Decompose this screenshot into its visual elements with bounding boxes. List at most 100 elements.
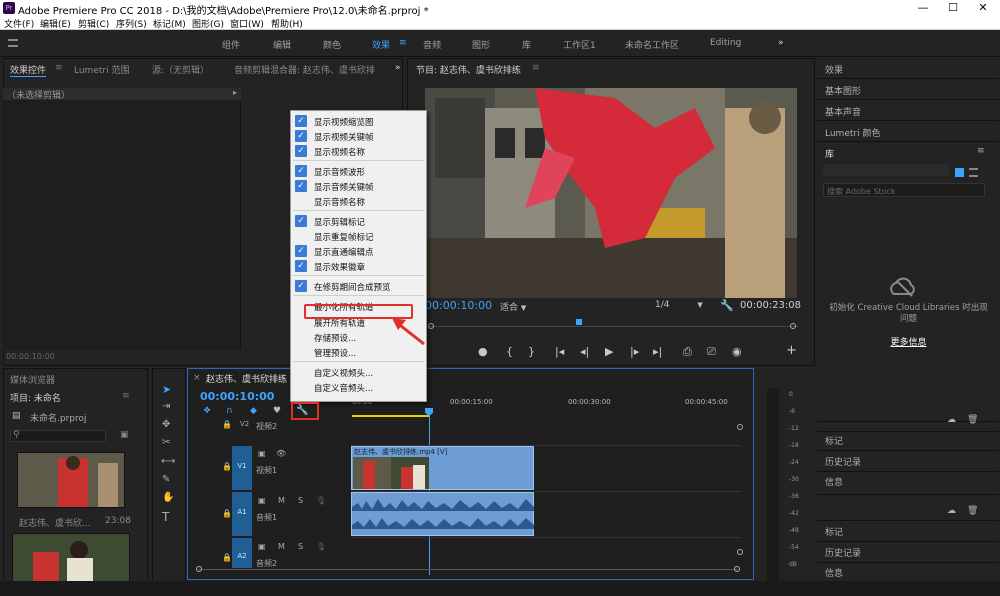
linked-selection-icon[interactable]: ∩ [226, 406, 233, 416]
panel-essential-graphics[interactable]: 基本图形 [825, 84, 861, 97]
menu-item[interactable]: ✓ 显示效果徽章 [291, 259, 426, 274]
menu-graphics[interactable]: 图形(G) [192, 17, 224, 30]
workspace-tab[interactable]: 图形 [472, 38, 490, 51]
panel-info[interactable]: 信息 [825, 475, 843, 488]
library-dropdown[interactable] [823, 164, 949, 176]
tab-lumetri-scopes[interactable]: Lumetri 范围 [74, 63, 129, 76]
mute-button[interactable]: M [278, 542, 285, 551]
vertical-zoom-handle[interactable] [737, 549, 743, 555]
tab-audio-clip-mixer[interactable]: 音频剪辑混合器: 赵志伟、虞书欣排 [234, 63, 375, 76]
type-tool-icon[interactable]: T [162, 510, 169, 524]
menu-help[interactable]: 帮助(H) [271, 17, 303, 30]
resolution-dropdown[interactable]: 1/4 ▼ [655, 300, 703, 310]
workspace-tab[interactable]: 编辑 [273, 38, 291, 51]
panel-menu-icon[interactable]: ≡ [532, 63, 540, 73]
hand-tool-icon[interactable]: ✋ [162, 492, 174, 503]
workspace-overflow-button[interactable]: » [778, 38, 784, 48]
track-select-tool-icon[interactable]: ⇥ [162, 401, 170, 412]
fit-dropdown[interactable]: 适合 ▼ [500, 300, 526, 313]
lift-button[interactable]: ⎙ [683, 345, 692, 359]
close-button[interactable]: ✕ [968, 0, 998, 16]
workspace-tab-active[interactable]: 效果 [372, 38, 390, 51]
menu-item[interactable]: 显示音频名称 [291, 194, 426, 209]
solo-button[interactable]: S [298, 496, 303, 505]
slip-tool-icon[interactable]: ⟷ [161, 456, 175, 467]
mic-icon[interactable]: 🎙 [316, 496, 326, 505]
workspace-menu-icon[interactable]: ≡ [399, 38, 407, 48]
mark-in-button[interactable]: { [506, 345, 513, 358]
workspace-tab[interactable]: 未命名工作区 [625, 38, 679, 51]
workspace-tab[interactable]: 组件 [222, 38, 240, 51]
go-to-in-button[interactable]: |◂ [555, 345, 564, 358]
list-view-icon[interactable] [969, 168, 978, 177]
menu-window[interactable]: 窗口(W) [230, 17, 264, 30]
menu-marker[interactable]: 标记(M) [153, 17, 186, 30]
tab-effect-controls[interactable]: 效果控件 [10, 63, 47, 77]
menu-item[interactable]: 自定义视频头... [291, 365, 426, 380]
workspace-tab[interactable]: 颜色 [323, 38, 341, 51]
more-info-link[interactable]: 更多信息 [826, 335, 991, 348]
expand-arrow-icon[interactable]: ▸ [233, 88, 237, 97]
selection-tool-icon[interactable]: ➤ [162, 383, 171, 396]
panel-menu-icon[interactable]: ≡ [122, 391, 130, 401]
lock-icon[interactable]: 🔒 [222, 509, 232, 518]
timeline-timecode[interactable]: 00:00:10:00 [200, 390, 274, 403]
video-clip[interactable]: 赵志伟、虞书欣排练.mp4 [V] [351, 446, 534, 490]
extract-button[interactable]: ⎚ [707, 345, 716, 359]
panel-markers[interactable]: 标记 [825, 434, 843, 447]
workspace-tab[interactable]: 音频 [423, 38, 441, 51]
ripple-edit-tool-icon[interactable]: ✥ [162, 419, 170, 430]
lock-icon[interactable]: 🔒 [222, 553, 232, 562]
eye-icon[interactable]: 👁 [276, 449, 286, 458]
home-icon[interactable] [8, 39, 18, 47]
step-forward-button[interactable]: |▸ [630, 345, 639, 358]
zoom-handle[interactable] [428, 323, 434, 329]
play-button[interactable]: ▶ [605, 345, 613, 358]
program-timecode[interactable]: 00:00:10:00 [425, 299, 492, 312]
panel-info[interactable]: 信息 [825, 566, 843, 579]
workspace-tab[interactable]: 工作区1 [563, 38, 596, 51]
zoom-handle[interactable] [734, 566, 740, 572]
tab-media-browser[interactable]: 媒体浏览器 [10, 373, 55, 386]
mute-button[interactable]: M [278, 496, 285, 505]
workspace-tab[interactable]: 库 [522, 38, 531, 51]
menu-clip[interactable]: 剪辑(C) [78, 17, 109, 30]
zoom-handle[interactable] [790, 323, 796, 329]
menu-edit[interactable]: 编辑(E) [40, 17, 71, 30]
clip-thumbnail[interactable] [17, 452, 125, 508]
menu-item[interactable]: ✓ 在修剪期间合成预览 [291, 279, 426, 294]
settings-wrench-icon[interactable]: 🔧 [720, 299, 734, 312]
trash-icon[interactable]: 🗑 [967, 506, 978, 516]
vertical-zoom-handle[interactable] [737, 424, 743, 430]
step-back-button[interactable]: ◂| [580, 345, 589, 358]
menu-item[interactable]: 自定义音频头... [291, 380, 426, 395]
track-target-a2[interactable]: A2 [232, 538, 252, 568]
lock-icon[interactable]: 🔒 [222, 462, 232, 471]
track-target-v1[interactable]: V1 [232, 446, 252, 490]
tab-source[interactable]: 源:（无剪辑） [152, 63, 209, 76]
tab-project[interactable]: 项目: 未命名 [10, 391, 61, 404]
close-tab-icon[interactable]: × [193, 373, 201, 383]
sync-lock-icon[interactable]: ▣ [258, 449, 266, 458]
menu-sequence[interactable]: 序列(S) [116, 17, 147, 30]
pen-tool-icon[interactable]: ✎ [162, 474, 170, 485]
panel-menu-icon[interactable]: ≡ [977, 146, 985, 156]
program-scrubber[interactable] [428, 317, 798, 329]
button-editor-button[interactable]: + [786, 343, 797, 358]
panel-markers[interactable]: 标记 [825, 525, 843, 538]
timeline-sequence-tab[interactable]: 赵志伟、虞书欣排练 [206, 372, 287, 385]
menu-item[interactable]: ✓ 显示视频缩览图 [291, 114, 426, 129]
restore-button[interactable]: ☐ [938, 0, 968, 16]
cc-icon[interactable]: ☁ [947, 415, 956, 425]
sync-lock-icon[interactable]: ▣ [258, 542, 266, 551]
project-search-input[interactable] [10, 430, 106, 442]
stock-search-input[interactable]: 搜索 Adobe Stock [823, 183, 985, 197]
menu-file[interactable]: 文件(F) [4, 17, 34, 30]
snap-icon[interactable]: ❖ [203, 406, 211, 416]
grid-view-icon[interactable] [955, 168, 964, 177]
timeline-horizontal-scrollbar[interactable] [198, 569, 738, 570]
marker-icon[interactable]: ♥ [273, 406, 281, 416]
panel-history[interactable]: 历史记录 [825, 546, 861, 559]
minimize-button[interactable]: — [908, 0, 938, 16]
export-frame-button[interactable]: ◉ [732, 345, 742, 358]
